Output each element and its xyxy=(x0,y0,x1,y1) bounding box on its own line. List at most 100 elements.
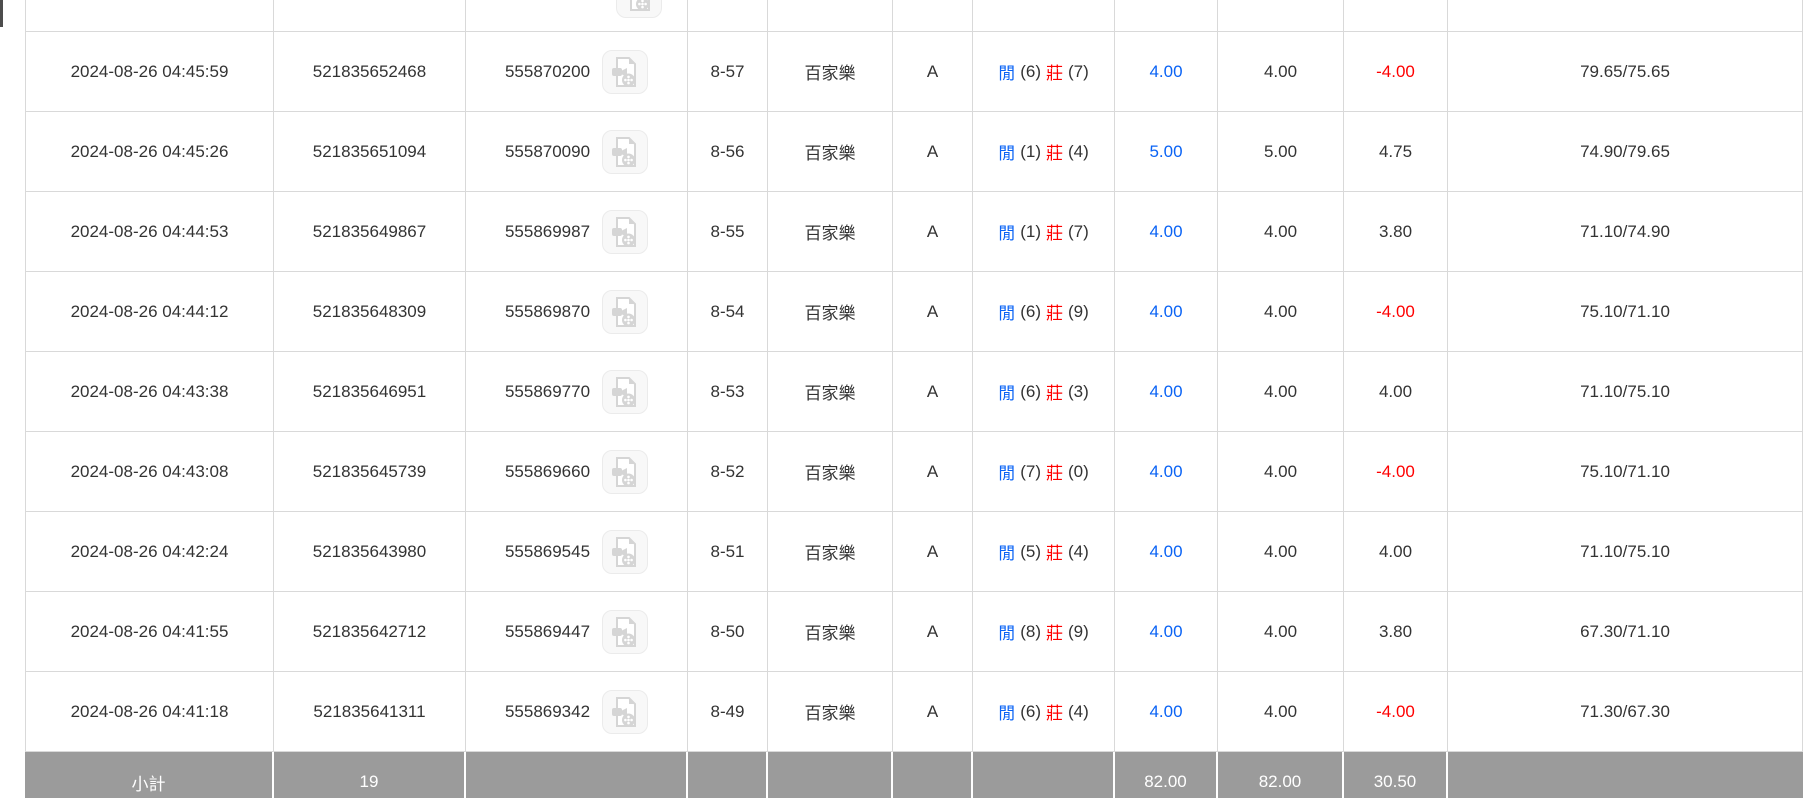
cell-bet-amount: 4.00 xyxy=(1115,512,1218,591)
cell-game-id: 555869870 xyxy=(466,272,688,351)
banker-label: 莊 xyxy=(1046,619,1063,644)
video-replay-icon xyxy=(610,616,640,648)
cell-round: 8-57 xyxy=(688,32,768,111)
video-replay-button[interactable] xyxy=(602,50,648,94)
cell-bet-time: 2024-08-26 04:43:08 xyxy=(25,432,274,511)
table-row: 2024-08-26 04:43:38 521835646951 5558697… xyxy=(25,352,1803,432)
cell-win-loss xyxy=(1344,0,1448,31)
player-points: (6) xyxy=(1020,62,1041,82)
table-row: 2024-08-26 04:43:08 521835645739 5558696… xyxy=(25,432,1803,512)
table-row: 2024-08-26 04:42:24 521835643980 5558695… xyxy=(25,512,1803,592)
cell-round: 8-55 xyxy=(688,192,768,271)
game-id-text: 555869987 xyxy=(505,222,590,242)
cell-game-id: 555869342 xyxy=(466,672,688,751)
cell-result: 閒(8)莊(9) xyxy=(973,592,1115,671)
cell-bet-id: 521835651094 xyxy=(274,112,466,191)
player-label: 閒 xyxy=(998,299,1015,324)
cell-bet-amount: 4.00 xyxy=(1115,352,1218,431)
cell-game-type: 百家樂 xyxy=(768,432,893,511)
cell-valid-amount: 4.00 xyxy=(1218,432,1344,511)
cell-result: 閒(6)莊(4) xyxy=(973,672,1115,751)
video-replay-button[interactable] xyxy=(602,130,648,174)
cell-bet-amount: 4.00 xyxy=(1115,32,1218,111)
video-replay-icon xyxy=(624,0,654,12)
cell-valid-amount xyxy=(1218,0,1344,31)
banker-points: (7) xyxy=(1068,222,1089,242)
cell-win-loss: 4.75 xyxy=(1344,112,1448,191)
player-points: (6) xyxy=(1020,382,1041,402)
cell-table-code xyxy=(893,0,973,31)
table-row: 2024-08-26 04:41:55 521835642712 5558694… xyxy=(25,592,1803,672)
subtotal-empty-cell xyxy=(768,752,893,798)
subtotal-empty-cell xyxy=(466,752,688,798)
table-row: 2024-08-26 04:41:18 521835641311 5558693… xyxy=(25,672,1803,752)
cell-bet-amount: 4.00 xyxy=(1115,272,1218,351)
video-replay-button[interactable] xyxy=(616,0,662,18)
subtotal-empty-cell xyxy=(688,752,768,798)
cell-balance xyxy=(1448,0,1803,31)
banker-label: 莊 xyxy=(1046,699,1063,724)
player-label: 閒 xyxy=(998,619,1015,644)
table-row: 2024-08-26 04:45:26 521835651094 5558700… xyxy=(25,112,1803,192)
bet-history-page: 百家樂 閒(7)莊(4) 2024-08-26 04:45:59 5218356… xyxy=(0,0,1807,798)
cell-table-code: A xyxy=(893,112,973,191)
cell-valid-amount: 4.00 xyxy=(1218,352,1344,431)
cell-game-type: 百家樂 xyxy=(768,272,893,351)
table-body: 2024-08-26 04:45:59 521835652468 5558702… xyxy=(25,32,1803,752)
cell-game-id: 555869447 xyxy=(466,592,688,671)
player-points: (6) xyxy=(1020,702,1041,722)
cell-balance: 71.30/67.30 xyxy=(1448,672,1803,751)
cell-bet-amount xyxy=(1115,0,1218,31)
cell-round: 8-50 xyxy=(688,592,768,671)
cell-bet-time: 2024-08-26 04:45:59 xyxy=(25,32,274,111)
cell-win-loss: 4.00 xyxy=(1344,512,1448,591)
video-replay-icon xyxy=(610,536,640,568)
cell-result: 閒(7)莊(4) xyxy=(973,0,1115,31)
player-points: (1) xyxy=(1020,222,1041,242)
cell-game-id: 555870200 xyxy=(466,32,688,111)
game-id-text: 555870090 xyxy=(505,142,590,162)
cell-valid-amount: 4.00 xyxy=(1218,512,1344,591)
cell-game-id: 555869545 xyxy=(466,512,688,591)
cell-game-type: 百家樂 xyxy=(768,592,893,671)
cell-bet-amount: 5.00 xyxy=(1115,112,1218,191)
cell-table-code: A xyxy=(893,432,973,511)
banker-label: 莊 xyxy=(1046,379,1063,404)
video-replay-button[interactable] xyxy=(602,450,648,494)
cell-table-code: A xyxy=(893,512,973,591)
banker-label: 莊 xyxy=(1046,459,1063,484)
cell-balance: 74.90/79.65 xyxy=(1448,112,1803,191)
video-replay-icon xyxy=(610,696,640,728)
cell-bet-id: 521835652468 xyxy=(274,32,466,111)
video-replay-button[interactable] xyxy=(602,290,648,334)
cell-bet-time xyxy=(25,0,274,31)
video-replay-button[interactable] xyxy=(602,530,648,574)
cell-game-type: 百家樂 xyxy=(768,0,893,31)
video-replay-button[interactable] xyxy=(602,690,648,734)
cell-bet-amount: 4.00 xyxy=(1115,432,1218,511)
video-replay-button-clipped[interactable] xyxy=(616,0,662,18)
cell-valid-amount: 4.00 xyxy=(1218,32,1344,111)
video-replay-icon xyxy=(610,56,640,88)
cell-round: 8-53 xyxy=(688,352,768,431)
video-replay-button[interactable] xyxy=(602,210,648,254)
cell-win-loss: -4.00 xyxy=(1344,432,1448,511)
video-replay-button[interactable] xyxy=(602,370,648,414)
cell-table-code: A xyxy=(893,192,973,271)
subtotal-empty-cell xyxy=(1448,752,1803,798)
cell-bet-time: 2024-08-26 04:43:38 xyxy=(25,352,274,431)
cell-round xyxy=(688,0,768,31)
cell-bet-id: 521835642712 xyxy=(274,592,466,671)
subtotal-empty-cell xyxy=(973,752,1115,798)
cell-result: 閒(7)莊(0) xyxy=(973,432,1115,511)
cell-bet-id: 521835645739 xyxy=(274,432,466,511)
cell-win-loss: 4.00 xyxy=(1344,352,1448,431)
banker-label: 莊 xyxy=(1046,539,1063,564)
cell-result: 閒(1)莊(4) xyxy=(973,112,1115,191)
video-replay-button[interactable] xyxy=(602,610,648,654)
player-label: 閒 xyxy=(998,699,1015,724)
banker-points: (4) xyxy=(1068,702,1089,722)
cell-bet-id: 521835641311 xyxy=(274,672,466,751)
game-id-text: 555869770 xyxy=(505,382,590,402)
cell-result: 閒(6)莊(9) xyxy=(973,272,1115,351)
